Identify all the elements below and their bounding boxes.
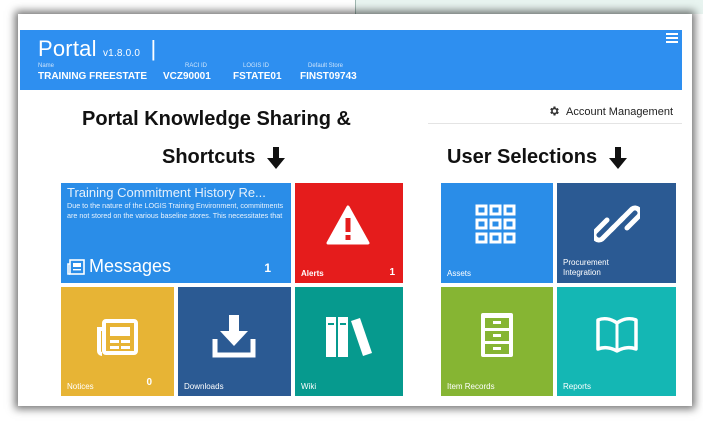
procurement-integration-label: Procurement Integration [563,258,609,277]
warning-icon [326,205,370,245]
procurement-integration-tile[interactable]: Procurement Integration [557,183,676,283]
wiki-label: Wiki [301,382,317,391]
field-value: VCZ90001 [163,71,211,82]
brand[interactable]: Portal v1.8.0.0 | [38,36,156,62]
alerts-label: Alerts [301,269,324,278]
notices-tile[interactable]: Notices 0 [61,287,174,396]
messages-label-group: Messages [67,256,171,277]
link-icon [594,205,640,243]
books-icon [326,317,372,357]
reports-label: Reports [563,382,592,391]
item-records-tile[interactable]: Item Records [441,287,553,396]
grid-icon [475,204,516,244]
account-management-label: Account Management [566,105,674,118]
filing-cabinet-icon [481,313,513,357]
header-bar: Portal v1.8.0.0 | Name TRAINING FREESTAT… [20,30,682,90]
reports-tile[interactable]: Reports [557,287,676,396]
knowledge-sharing-heading: Portal Knowledge Sharing & [82,108,351,130]
shortcuts-heading: Shortcuts [162,146,285,169]
open-book-icon [596,317,638,353]
background-panel-left [0,0,355,14]
field-value: FSTATE01 [233,71,282,82]
raci-id-field: RACI ID VCZ90001 [163,62,211,83]
downloads-tile[interactable]: Downloads [178,287,291,396]
messages-count-badge: 1 [264,261,271,275]
user-name-field: Name TRAINING FREESTATE [38,62,147,83]
hamburger-menu-icon[interactable] [666,33,678,43]
downloads-label: Downloads [184,382,224,391]
account-management-link[interactable]: Account Management [548,105,673,118]
arrow-down-icon [266,146,285,169]
user-selections-heading: User Selections [447,146,627,169]
logis-id-field: LOGIS ID FSTATE01 [233,62,282,83]
field-value: TRAINING FREESTATE [38,71,148,82]
brand-divider: | [150,36,157,61]
newspaper-icon [67,258,85,275]
alerts-tile[interactable]: Alerts 1 [295,183,403,283]
assets-tile[interactable]: Assets [441,183,553,283]
version-label: v1.8.0.0 [102,48,141,59]
messages-tile[interactable]: Training Commitment History Re... Due to… [61,183,291,283]
field-label: Default Store [308,63,344,69]
newspaper-icon [97,319,138,356]
field-value: FINST09743 [300,71,357,82]
notices-count-badge: 0 [146,377,152,388]
download-icon [212,315,256,358]
field-label: Name [38,63,55,69]
brand-name: Portal [38,36,97,61]
default-store-field: Default Store FINST09743 [300,62,357,83]
item-records-label: Item Records [447,382,495,391]
assets-label: Assets [447,269,472,278]
notices-label: Notices [67,382,94,391]
shortcuts-heading-text: Shortcuts [162,146,256,168]
divider [428,123,682,124]
message-title[interactable]: Training Commitment History Re... [67,185,266,200]
wiki-tile[interactable]: Wiki [295,287,403,396]
field-label: RACI ID [185,63,208,69]
portal-app: Portal v1.8.0.0 | Name TRAINING FREESTAT… [20,30,682,400]
alerts-count-badge: 1 [389,267,395,278]
field-label: LOGIS ID [243,63,270,69]
messages-label: Messages [89,256,172,276]
message-body: Due to the nature of the LOGIS Training … [67,201,284,220]
user-selections-heading-text: User Selections [447,146,598,168]
gear-icon [548,105,560,118]
background-panel-right [355,0,703,14]
arrow-down-icon [608,146,627,169]
